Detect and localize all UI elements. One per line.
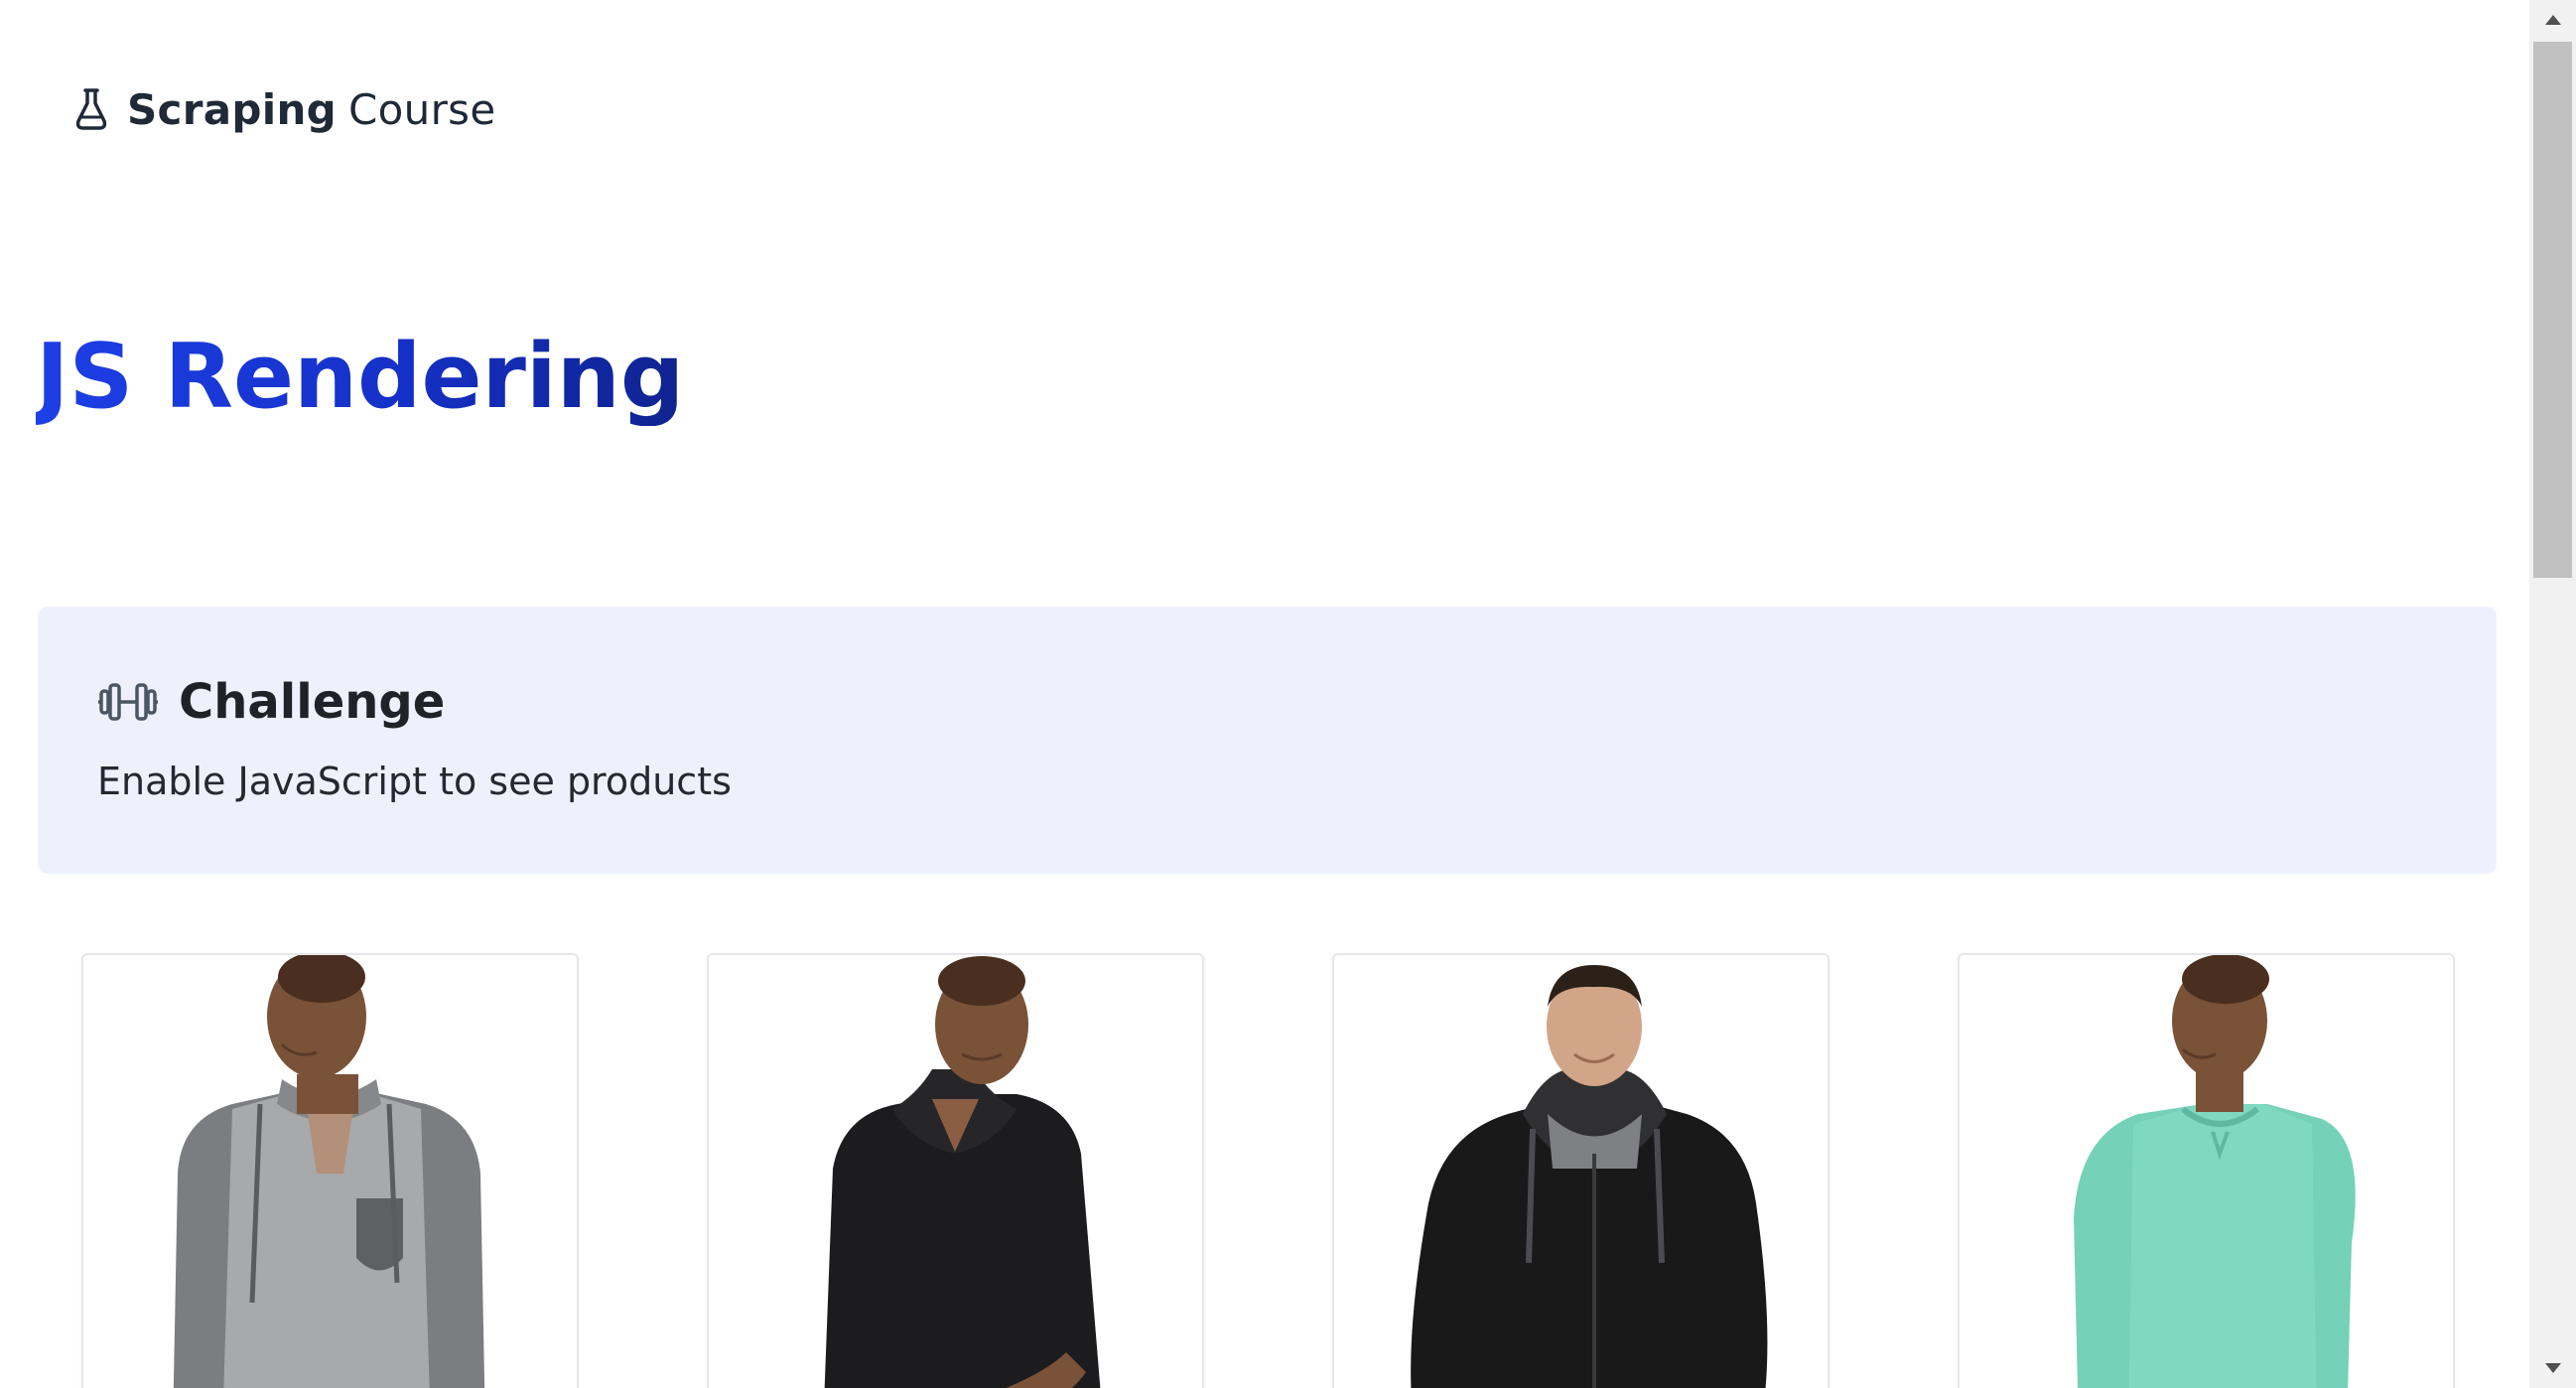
page-title: JS Rendering <box>36 325 685 429</box>
logo-text: Scraping Course <box>127 85 495 134</box>
page: Scraping Course JS Rendering Challenge E… <box>0 0 2576 1388</box>
page-content: Scraping Course JS Rendering Challenge E… <box>0 0 2529 1388</box>
challenge-header: Challenge <box>97 672 445 732</box>
scrollbar-thumb[interactable] <box>2533 42 2572 578</box>
vertical-scrollbar[interactable] <box>2529 0 2576 1388</box>
site-logo-link[interactable]: Scraping Course <box>71 81 495 137</box>
product-grid <box>81 953 2455 1388</box>
dumbbell-icon <box>97 682 159 722</box>
product-card[interactable] <box>81 953 579 1388</box>
product-image-grey-hoodie <box>173 955 485 1388</box>
product-card[interactable] <box>1958 953 2455 1388</box>
scroll-up-arrow-icon[interactable] <box>2529 0 2576 40</box>
product-card[interactable] <box>707 953 1204 1388</box>
logo-text-bold: Scraping <box>127 84 338 134</box>
challenge-description: Enable JavaScript to see products <box>97 760 732 803</box>
product-card[interactable] <box>1332 953 1830 1388</box>
flask-icon <box>71 85 111 133</box>
challenge-title: Challenge <box>179 674 446 730</box>
scroll-down-arrow-icon[interactable] <box>2529 1348 2576 1388</box>
challenge-box: Challenge Enable JavaScript to see produ… <box>38 607 2497 874</box>
product-image-black-hoodie <box>824 956 1101 1388</box>
logo-text-light: Course <box>348 84 496 134</box>
product-image-mint-sweatshirt <box>2074 955 2356 1388</box>
product-image-black-zip-hoodie <box>1411 965 1768 1388</box>
